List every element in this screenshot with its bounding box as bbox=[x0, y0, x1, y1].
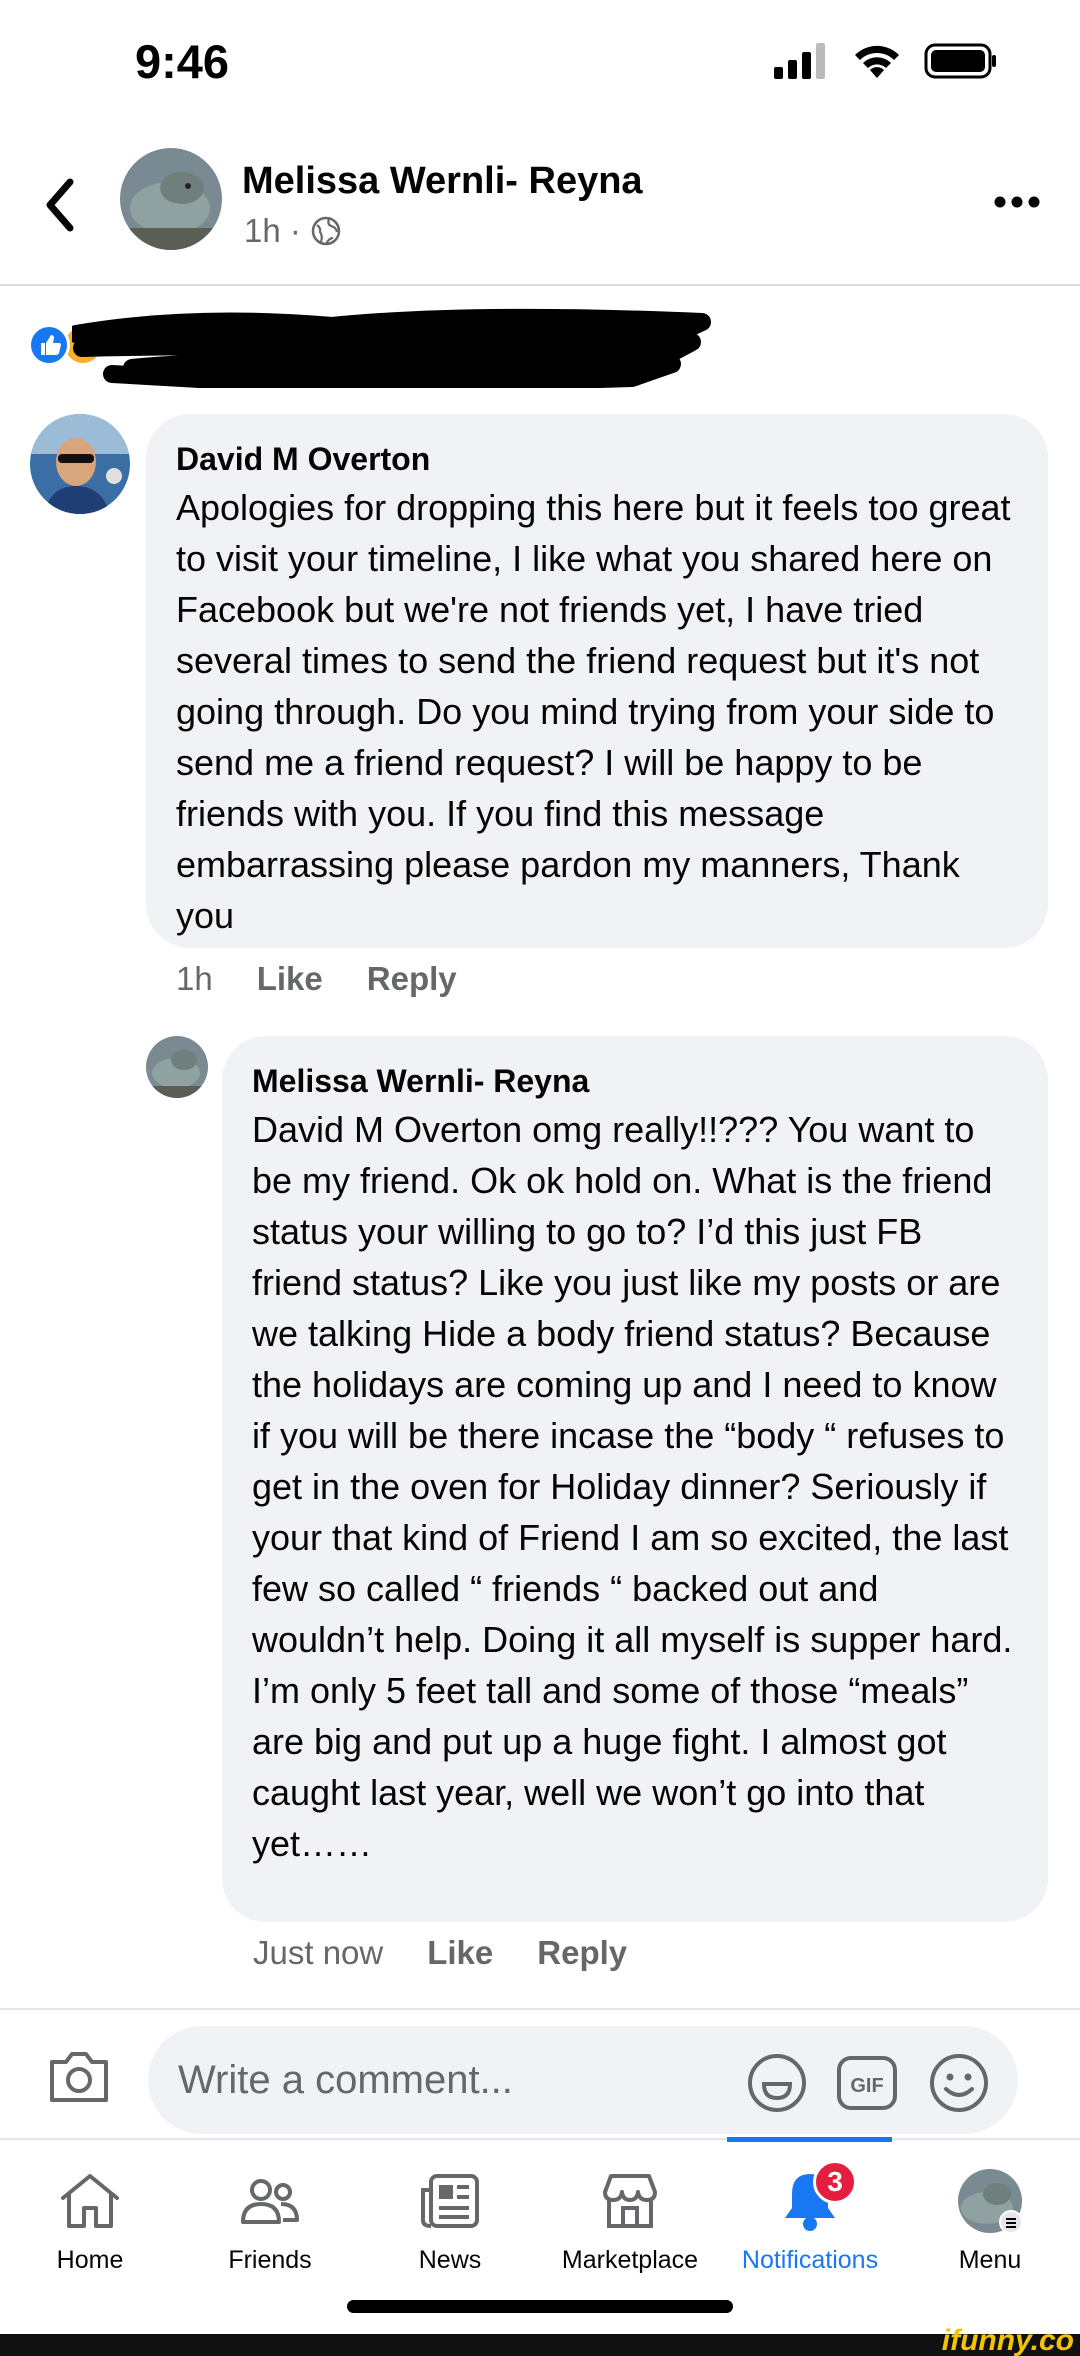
reply-bubble: Melissa Wernli- Reyna David M Overton om… bbox=[222, 1036, 1048, 1922]
watermark-strip: ifunny.co bbox=[0, 2324, 1080, 2356]
nav-news-label: News bbox=[418, 2246, 482, 2274]
post-meta: 1h · bbox=[244, 212, 341, 250]
back-chevron-icon[interactable] bbox=[38, 170, 82, 240]
marketplace-icon bbox=[603, 2174, 657, 2228]
status-time: 9:46 bbox=[135, 35, 230, 88]
more-dots-icon[interactable] bbox=[992, 182, 1042, 222]
post-time: 1h · bbox=[244, 212, 301, 249]
nav-marketplace[interactable]: Marketplace bbox=[540, 2140, 720, 2300]
nav-marketplace-label: Marketplace bbox=[561, 2246, 699, 2274]
reply-author-avatar[interactable] bbox=[146, 1036, 208, 1098]
camera-icon[interactable] bbox=[46, 2046, 112, 2106]
like-reaction-icon bbox=[28, 324, 70, 366]
nav-home[interactable]: Home bbox=[0, 2140, 180, 2300]
reply-button[interactable]: Reply bbox=[367, 960, 457, 998]
author-name[interactable]: Melissa Wernli- Reyna bbox=[242, 160, 643, 203]
friends-icon bbox=[241, 2179, 299, 2224]
redaction-scribble bbox=[72, 308, 711, 388]
sticker-icon[interactable] bbox=[746, 2052, 808, 2114]
globe-icon bbox=[311, 216, 341, 246]
reply-text: David M Overton omg really!!??? You want… bbox=[252, 1109, 1013, 1865]
like-button[interactable]: Like bbox=[427, 1934, 493, 1972]
status-icons bbox=[774, 42, 998, 80]
emoji-icon[interactable] bbox=[928, 2052, 990, 2114]
author-avatar[interactable] bbox=[120, 148, 222, 250]
commenter-avatar[interactable] bbox=[30, 414, 130, 514]
status-bar: 9:46 bbox=[0, 0, 1080, 130]
like-button[interactable]: Like bbox=[257, 960, 323, 998]
nav-friends-label: Friends bbox=[228, 2246, 312, 2274]
reply-button[interactable]: Reply bbox=[537, 1934, 627, 1972]
nav-notifications[interactable]: 3 Notifications bbox=[720, 2140, 900, 2300]
home-icon bbox=[61, 2174, 119, 2228]
bell-icon-wrap: 3 bbox=[777, 2160, 857, 2234]
comment-composer: GIF bbox=[0, 2008, 1080, 2138]
reactions-row[interactable]: Amanda, Jennifer and 2 others reacting bbox=[0, 300, 1080, 388]
cellular-signal-icon bbox=[774, 43, 825, 79]
gif-icon[interactable]: GIF bbox=[836, 2052, 898, 2114]
nav-home-label: Home bbox=[56, 2246, 124, 2274]
watermark: ifunny.co bbox=[941, 2324, 1074, 2356]
notification-badge: 3 bbox=[813, 2160, 857, 2204]
comment-time: 1h bbox=[176, 960, 213, 997]
home-indicator[interactable] bbox=[347, 2300, 733, 2313]
comment-bubble: David M Overton Apologies for dropping t… bbox=[146, 414, 1048, 948]
news-icon bbox=[421, 2174, 479, 2228]
wifi-icon bbox=[855, 45, 899, 78]
reply-actions: Just now Like Reply bbox=[253, 1934, 627, 1972]
comment-author[interactable]: David M Overton bbox=[176, 440, 1018, 478]
nav-menu[interactable]: Menu bbox=[900, 2140, 1080, 2300]
nav-news[interactable]: News bbox=[360, 2140, 540, 2300]
menu-avatar-icon bbox=[958, 2169, 1023, 2234]
comment-actions: 1h Like Reply bbox=[176, 960, 457, 998]
nav-menu-label: Menu bbox=[958, 2246, 1022, 2274]
svg-text:GIF: GIF bbox=[850, 2075, 883, 2097]
nav-notifications-label: Notifications bbox=[741, 2246, 879, 2274]
post-header: Melissa Wernli- Reyna 1h · bbox=[0, 130, 1080, 286]
comment-text: Apologies for dropping this here but it … bbox=[176, 487, 1011, 937]
battery-icon bbox=[924, 43, 996, 79]
reply-time: Just now bbox=[253, 1934, 384, 1971]
nav-friends[interactable]: Friends bbox=[180, 2140, 360, 2300]
reply-author[interactable]: Melissa Wernli- Reyna bbox=[252, 1062, 1018, 1100]
